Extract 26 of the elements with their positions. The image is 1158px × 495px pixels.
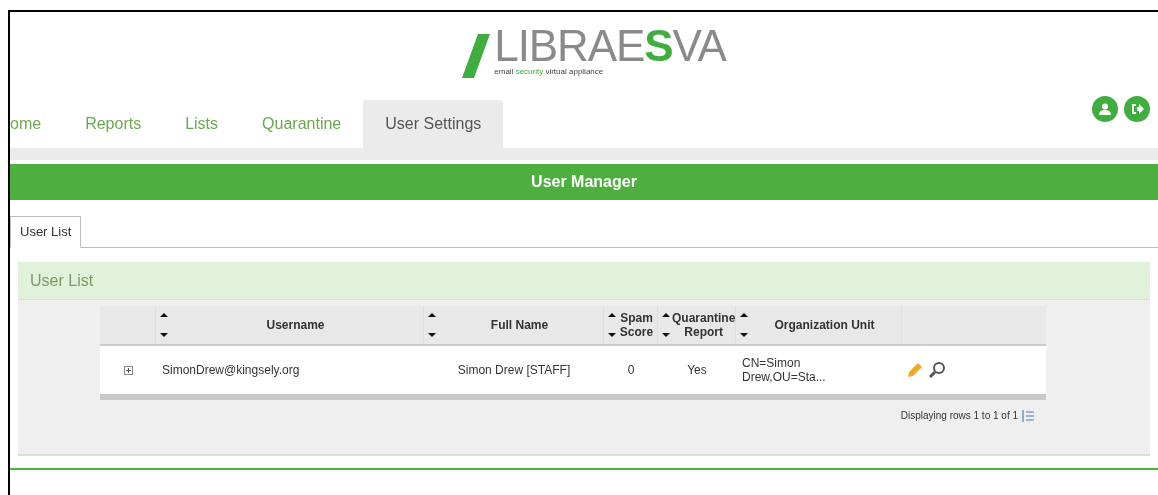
logout-icon[interactable] (1124, 96, 1150, 122)
expand-toggle[interactable] (123, 365, 133, 375)
pagination-status: Displaying rows 1 to 1 of 1 (900, 409, 1018, 423)
header-title: User Manager (531, 172, 637, 192)
sort-icon[interactable] (740, 312, 748, 338)
sub-tab[interactable]: User List (10, 216, 82, 248)
table-cell: SimonDrew@kingsely.org (162, 363, 300, 377)
column-header[interactable]: Organization Unit (750, 318, 899, 332)
sort-icon[interactable] (662, 312, 670, 338)
search-icon[interactable] (928, 361, 946, 379)
column-header[interactable]: Spam Score (618, 311, 655, 339)
column-toggle-icon[interactable] (1022, 408, 1034, 423)
table-cell: Simon Drew [STAFF] (457, 363, 571, 377)
panel-title: User List (30, 270, 94, 291)
column-header[interactable]: Quarantine Report (672, 311, 736, 339)
table-cell: 0 (627, 363, 635, 377)
sort-icon[interactable] (160, 312, 168, 338)
table-cell-text: CN=Simon Drew,OU=Sta... (742, 356, 827, 384)
sort-icon[interactable] (608, 312, 616, 338)
logo: LIBRAESVA email security virtual appliance (442, 26, 726, 78)
table-cell: Yes (687, 363, 707, 377)
sort-icon[interactable] (428, 312, 436, 338)
column-header[interactable]: Username (170, 318, 421, 332)
user-icon[interactable] (1092, 96, 1118, 122)
nav-tab[interactable]: User Settings (363, 100, 504, 148)
column-header[interactable]: Full Name (438, 318, 601, 332)
